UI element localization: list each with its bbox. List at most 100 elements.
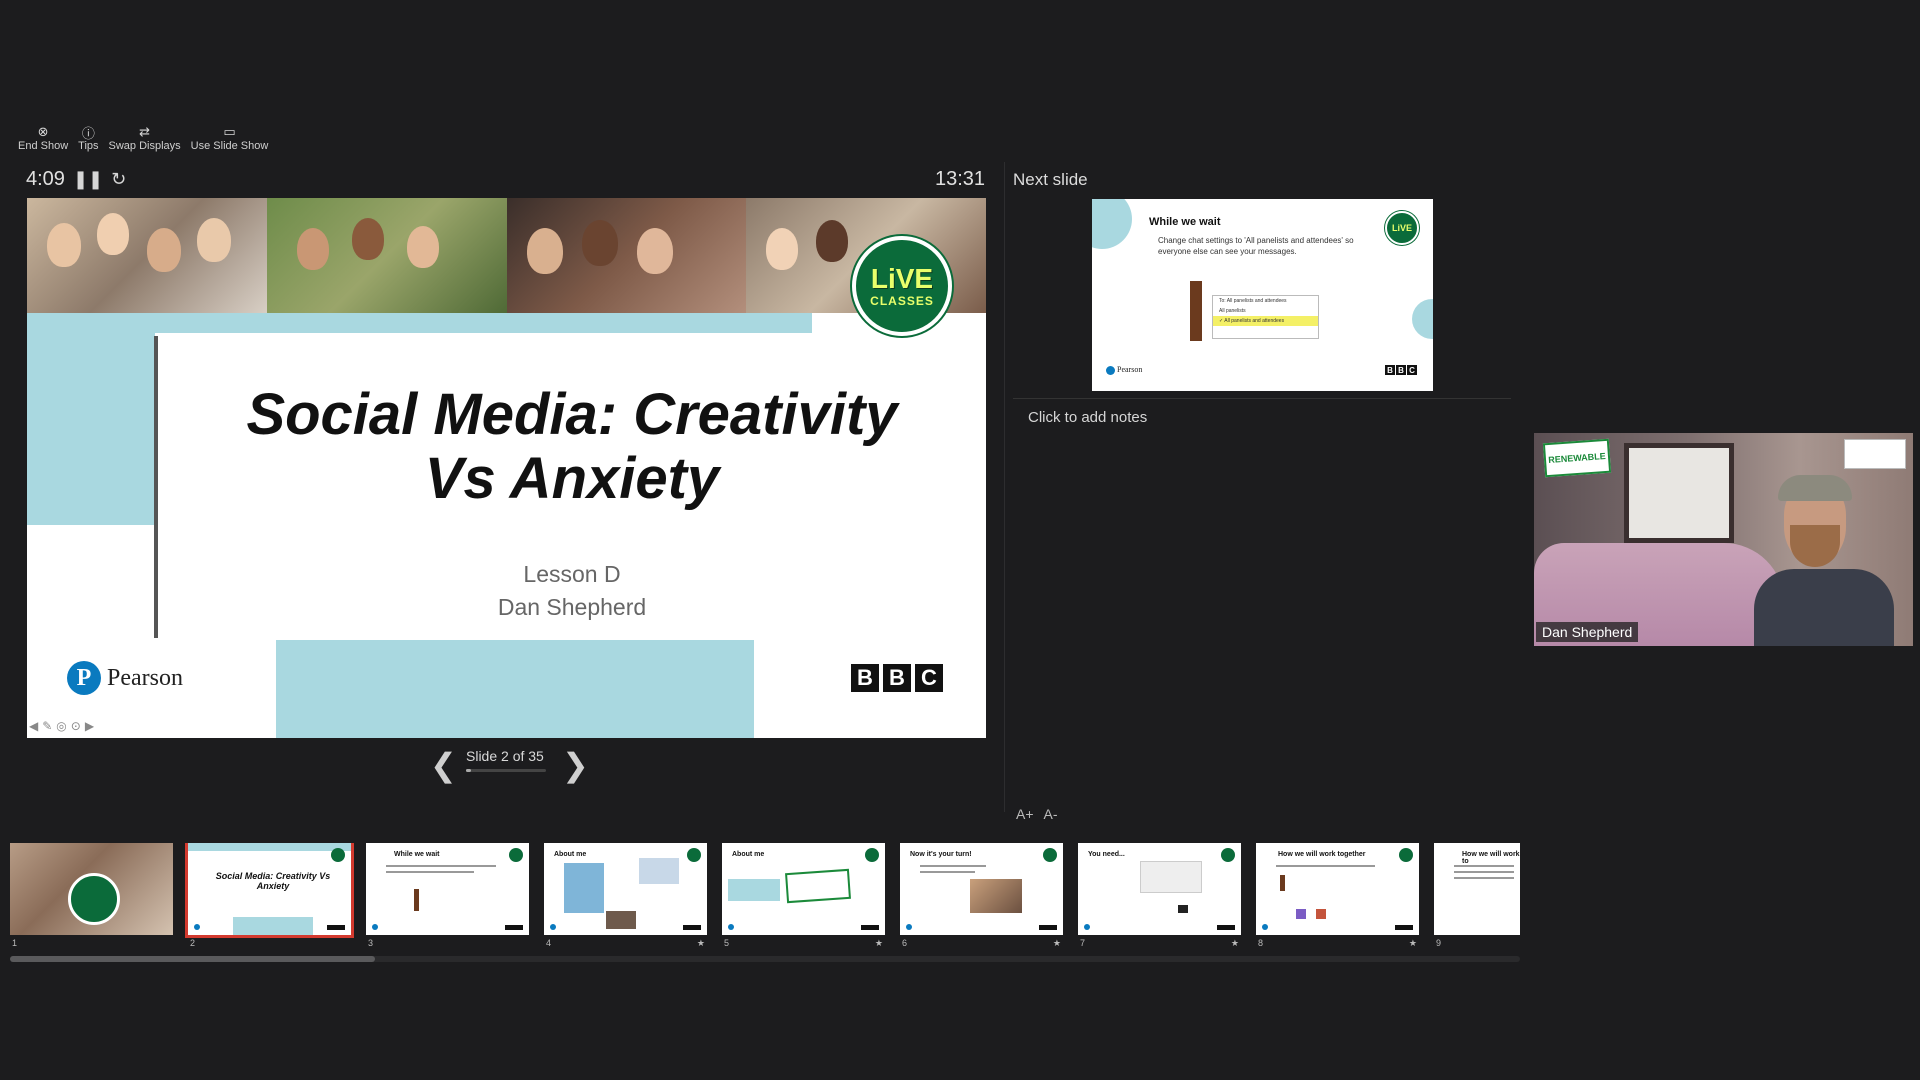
slide-thumbnail[interactable]: How we will work to (1434, 843, 1520, 935)
slide-thumbnail[interactable]: About me (544, 843, 707, 935)
swap-displays-button[interactable]: ⇄ Swap Displays (109, 124, 181, 152)
star-icon: ★ (696, 938, 705, 948)
live-classes-logo: LiVE CLASSES (852, 236, 952, 336)
slide-counter: Slide 2 of 35 (466, 748, 544, 764)
pearson-logo: P Pearson (67, 661, 183, 695)
pearson-wordmark: Pearson (107, 664, 183, 691)
elapsed-time: 4:09 (26, 168, 65, 190)
thumbnail-title: While we wait (394, 851, 440, 858)
use-slide-show-button[interactable]: ▭ Use Slide Show (191, 124, 269, 152)
thumbnail-number: 6 (902, 938, 908, 948)
tips-label: Tips (78, 140, 99, 152)
presenter-name: Dan Shepherd (497, 594, 647, 620)
current-time: 13:31 (935, 168, 986, 190)
badge-text: LiVE (870, 263, 934, 294)
thumbnail-item: About me 5 ★ (722, 843, 887, 948)
thumbnail-title: Social Media: Creativity Vs Anxiety (215, 871, 331, 891)
thumbnail-number: 2 (190, 938, 196, 948)
pearson-wordmark: Pearson (1117, 365, 1143, 374)
tips-button[interactable]: ⓘ Tips (78, 124, 99, 153)
photo-banner (27, 198, 986, 313)
thumbnail-title: About me (732, 851, 765, 858)
banner-photo (266, 198, 507, 313)
thumbnail-number: 5 (724, 938, 730, 948)
swap-displays-label: Swap Displays (108, 140, 181, 152)
end-show-button[interactable]: ⊗ End Show (18, 124, 68, 152)
pearson-p-icon (1106, 365, 1115, 375)
options-icon[interactable]: ⊙ (71, 719, 81, 733)
thumbnail-number: 7 (1080, 938, 1086, 948)
font-size-controls: A+ A- (1016, 806, 1058, 822)
video-poster (1844, 439, 1906, 469)
slide-thumbnail[interactable]: Now it's your turn! (900, 843, 1063, 935)
bbc-letter: B (1385, 365, 1395, 375)
bbc-logo: B B C (851, 664, 943, 692)
next-slide-title: While we wait (1149, 216, 1221, 228)
thumbnail-number: 8 (1258, 938, 1264, 948)
popup-to: To: All panelists and attendees (1219, 298, 1287, 304)
thumbnail-item: Now it's your turn! 6 ★ (900, 843, 1065, 948)
thumbnail-item: You need... 7 ★ (1078, 843, 1243, 948)
title-line: Social Media: Creativity (246, 382, 898, 447)
thumbnail-title: How we will work together (1278, 851, 1366, 858)
badge-text: CLASSES (870, 294, 934, 308)
thumbnail-title: Now it's your turn! (910, 851, 972, 858)
bbc-letter: C (1407, 365, 1417, 375)
thumbnail-title: How we will work to (1462, 851, 1520, 865)
decor-circle (1092, 199, 1132, 249)
pearson-logo: Pearson (1106, 365, 1142, 375)
chat-settings-popup: To: All panelists and attendees All pane… (1212, 295, 1319, 339)
previous-slide-button[interactable]: ❮ (430, 746, 457, 784)
forward-arrow-icon[interactable]: ▶ (85, 719, 94, 733)
pause-icon[interactable]: ❚❚ (73, 169, 103, 190)
slide-thumbnail-selected[interactable]: Social Media: Creativity Vs Anxiety (185, 843, 354, 938)
current-slide[interactable]: LiVE CLASSES Social Media: Creativity Vs… (27, 198, 986, 738)
star-icon: ★ (1230, 938, 1239, 948)
thumbnail-title: You need... (1088, 851, 1125, 858)
info-icon: ⓘ (81, 125, 95, 141)
pane-divider[interactable] (1004, 162, 1005, 812)
slide-thumbnail[interactable]: While we wait (366, 843, 529, 935)
bbc-letter: B (851, 664, 879, 692)
slide-thumbnail[interactable]: How we will work together (1256, 843, 1419, 935)
slide-subtitle: Lesson D Dan Shepherd (177, 558, 967, 624)
live-classes-logo: LiVE (1385, 211, 1419, 245)
participant-video[interactable]: RENEWABLE Dan Shepherd (1534, 433, 1913, 646)
use-slide-show-label: Use Slide Show (190, 140, 269, 152)
slide-thumbnail[interactable] (10, 843, 173, 935)
star-icon: ★ (874, 938, 883, 948)
speaker-notes[interactable]: Click to add notes (1028, 409, 1147, 426)
slide-thumbnail[interactable]: About me (722, 843, 885, 935)
video-window (1624, 443, 1734, 543)
thumbnail-scrollbar[interactable] (10, 956, 1520, 962)
star-icon: ★ (1408, 938, 1417, 948)
decrease-font-button[interactable]: A- (1044, 806, 1058, 822)
thumbnail-item: How we will work to 9 (1434, 843, 1520, 948)
swap-arrows-icon: ⇄ (139, 124, 151, 139)
bbc-letter: C (915, 664, 943, 692)
thumbnail-item: About me 4 ★ (544, 843, 709, 948)
bbc-letter: B (1396, 365, 1406, 375)
pointer-icon[interactable]: ◎ (56, 719, 66, 733)
pen-icon[interactable]: ✎ (42, 719, 52, 733)
back-arrow-icon[interactable]: ◀ (29, 719, 38, 733)
increase-font-button[interactable]: A+ (1016, 806, 1034, 822)
reset-icon[interactable]: ↻ (111, 169, 126, 190)
participant-name: Dan Shepherd (1536, 622, 1639, 642)
bbc-logo: B B C (1385, 365, 1417, 375)
thumbnail-number: 3 (368, 938, 374, 948)
thumbnail-item: 1 (10, 843, 175, 948)
end-show-label: End Show (18, 140, 69, 152)
lesson-label: Lesson D (523, 561, 621, 587)
next-slide-label: Next slide (1013, 170, 1088, 189)
next-slide-preview[interactable]: While we wait Change chat settings to 'A… (1092, 199, 1433, 391)
participant-person (1754, 473, 1894, 646)
accent-band (27, 313, 812, 333)
next-slide-button[interactable]: ❯ (562, 746, 589, 784)
renewable-sign: RENEWABLE (1542, 438, 1612, 478)
next-slide-text: Change chat settings to 'All panelists a… (1158, 236, 1354, 256)
slide-thumbnail[interactable]: You need... (1078, 843, 1241, 935)
banner-photo (27, 198, 267, 313)
thumbnail-item: While we wait 3 (366, 843, 531, 948)
scrollbar-thumb[interactable] (10, 956, 375, 962)
